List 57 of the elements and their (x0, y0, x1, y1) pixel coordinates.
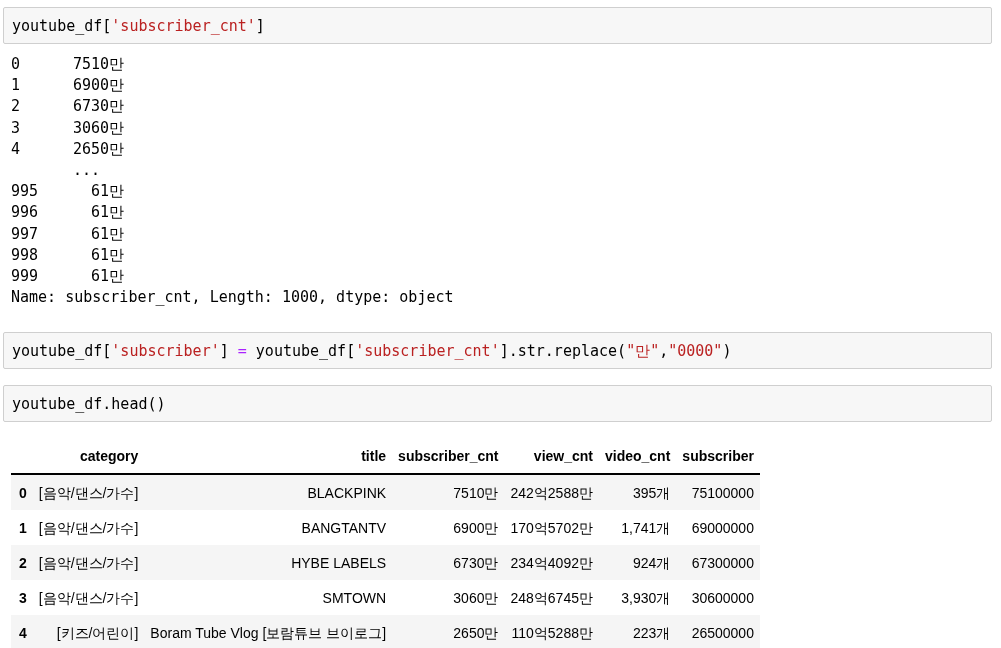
series-value: 61만 (90, 202, 125, 224)
table-cell: BANGTANTV (144, 510, 393, 546)
table-cell: 75100000 (676, 474, 760, 511)
series-index: 998 (11, 244, 40, 266)
table-cell: SMTOWN (144, 580, 393, 616)
series-index: 1 (11, 75, 22, 97)
row-index: 0 (11, 474, 33, 511)
row-index: 3 (11, 580, 33, 616)
series-index: 996 (11, 202, 40, 224)
series-index: 995 (11, 181, 40, 203)
table-cell: Boram Tube Vlog [보람튜브 브이로그] (144, 615, 393, 648)
table-cell: 170억5702만 (504, 510, 599, 546)
table-cell: 924개 (599, 545, 677, 581)
series-index: 2 (11, 96, 22, 118)
table-cell: 242억2588만 (504, 474, 599, 511)
series-value: 7510만 (73, 54, 125, 75)
table-cell: 6900만 (392, 510, 505, 546)
row-index: 1 (11, 510, 33, 546)
row-index: 2 (11, 545, 33, 581)
series-value: 61만 (90, 223, 125, 245)
table-cell: [음악/댄스/가수] (32, 510, 145, 546)
series-footer: Name: subscriber_cnt, Length: 1000, dtype: object (11, 287, 454, 309)
series-value: 61만 (90, 181, 125, 203)
table-cell: [음악/댄스/가수] (32, 580, 145, 616)
series-index: 4 (11, 138, 22, 160)
table-cell: [음악/댄스/가수] (32, 545, 145, 581)
table-cell: 3060만 (392, 580, 505, 616)
series-value: 61만 (90, 266, 125, 288)
table-cell: 3,930개 (599, 580, 677, 616)
table-cell: 6730만 (392, 545, 505, 581)
table-cell: [키즈/어린이] (32, 615, 145, 648)
ellipsis-text: ... (73, 160, 102, 181)
series-value: 61만 (90, 244, 125, 266)
series-value: 6730만 (73, 96, 125, 118)
series-index: 0 (11, 54, 22, 75)
series-index: 3 (11, 117, 22, 139)
table-cell: BLACKPINK (144, 474, 393, 511)
series-index: 999 (11, 266, 40, 288)
table-cell: HYBE LABELS (144, 545, 393, 581)
table-cell: 1,741개 (599, 510, 677, 546)
table-cell: 2650만 (392, 615, 505, 648)
series-value: 2650만 (73, 138, 125, 160)
table-cell: 110억5288만 (504, 615, 599, 648)
table-cell: 234억4092만 (504, 545, 599, 581)
series-index: 997 (11, 223, 40, 245)
table-cell: 67300000 (676, 545, 760, 581)
series-value: 6900만 (73, 75, 125, 97)
table-cell: 223개 (599, 615, 677, 648)
table-cell: 30600000 (676, 580, 760, 616)
table-cell: 26500000 (676, 615, 760, 648)
row-index: 4 (11, 615, 33, 648)
table-cell: 248억6745만 (504, 580, 599, 616)
table-cell: [음악/댄스/가수] (32, 474, 145, 511)
table-cell: 395개 (599, 474, 677, 511)
series-value: 3060만 (73, 117, 125, 139)
table-cell: 69000000 (676, 510, 760, 546)
table-cell: 7510만 (392, 474, 505, 511)
